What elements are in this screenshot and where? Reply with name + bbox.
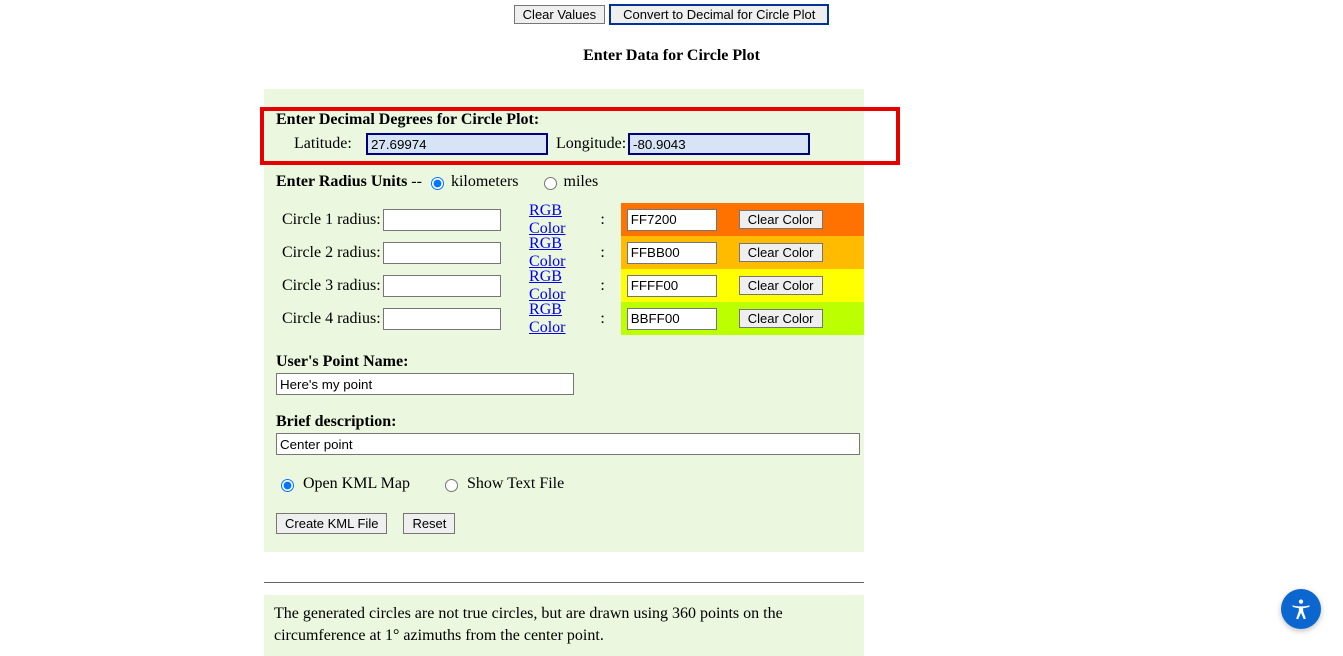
miles-radio[interactable] <box>544 177 557 190</box>
circle-1-clear-color-button[interactable]: Clear Color <box>739 210 823 229</box>
circle-4-color-cell: Clear Color <box>621 302 864 335</box>
circle-row: Circle 2 radius: RGB Color: Clear Color <box>282 236 864 269</box>
latitude-input[interactable] <box>366 133 548 155</box>
circle-row: Circle 4 radius: RGB Color: Clear Color <box>282 302 864 335</box>
miles-label: miles <box>564 173 599 190</box>
circle-1-color-input[interactable] <box>627 209 717 231</box>
clear-values-button[interactable]: Clear Values <box>514 5 605 24</box>
open-kml-label: Open KML Map <box>303 475 410 493</box>
description-block: Brief description: <box>264 413 864 455</box>
longitude-input[interactable] <box>628 133 810 155</box>
point-name-input[interactable] <box>276 373 574 395</box>
note-panel: The generated circles are not true circl… <box>264 595 864 656</box>
top-button-row: Clear Values Convert to Decimal for Circ… <box>0 0 1343 25</box>
description-input[interactable] <box>276 433 860 455</box>
accessibility-button[interactable] <box>1281 589 1321 629</box>
point-name-block: User's Point Name: <box>264 353 864 395</box>
separator <box>264 582 864 583</box>
circle-radius-label: Circle 3 radius: <box>282 277 383 295</box>
page: Clear Values Convert to Decimal for Circ… <box>0 0 1343 656</box>
output-options-row: Open KML Map Show Text File <box>264 475 864 493</box>
circle-3-color-input[interactable] <box>627 275 717 297</box>
circle-2-clear-color-button[interactable]: Clear Color <box>739 243 823 262</box>
kilometers-radio[interactable] <box>431 177 444 190</box>
kilometers-label: kilometers <box>451 173 519 190</box>
description-heading: Brief description: <box>276 413 852 431</box>
circle-1-radius-input[interactable] <box>383 209 501 231</box>
circle-plot-panel: Enter Decimal Degrees for Circle Plot: L… <box>264 89 864 552</box>
circle-4-clear-color-button[interactable]: Clear Color <box>739 309 823 328</box>
accessibility-icon <box>1288 596 1314 622</box>
decimal-degrees-heading: Enter Decimal Degrees for Circle Plot: <box>276 111 852 129</box>
radius-units-row: Enter Radius Units -- kilometers miles <box>264 173 864 191</box>
latitude-label: Latitude: <box>276 135 366 153</box>
circle-4-radius-input[interactable] <box>383 308 501 330</box>
circle-2-radius-input[interactable] <box>383 242 501 264</box>
convert-to-decimal-button[interactable]: Convert to Decimal for Circle Plot <box>609 4 829 25</box>
circle-3-clear-color-button[interactable]: Clear Color <box>739 276 823 295</box>
circle-4-color-input[interactable] <box>627 308 717 330</box>
radius-units-label: Enter Radius Units <box>276 173 407 190</box>
show-text-radio[interactable] <box>445 479 458 492</box>
rgb-color-link[interactable]: RGB Color <box>529 268 600 304</box>
create-kml-button[interactable]: Create KML File <box>276 513 387 534</box>
circle-2-color-cell: Clear Color <box>621 236 864 269</box>
circle-3-color-cell: Clear Color <box>621 269 864 302</box>
open-kml-radio[interactable] <box>281 479 294 492</box>
circle-radius-label: Circle 1 radius: <box>282 211 383 229</box>
circle-3-radius-input[interactable] <box>383 275 501 297</box>
circle-radius-label: Circle 4 radius: <box>282 310 383 328</box>
decimal-degrees-row: Latitude: Longitude: <box>276 133 852 155</box>
rgb-color-link[interactable]: RGB Color <box>529 301 600 337</box>
page-title: Enter Data for Circle Plot <box>0 47 1343 65</box>
rgb-color-link[interactable]: RGB Color <box>529 235 600 271</box>
radius-units-dash: -- <box>407 173 426 190</box>
circle-1-color-cell: Clear Color <box>621 203 864 236</box>
action-row: Create KML File Reset <box>264 513 864 534</box>
rgb-color-link[interactable]: RGB Color <box>529 202 600 238</box>
circle-row: Circle 3 radius: RGB Color: Clear Color <box>282 269 864 302</box>
reset-button[interactable]: Reset <box>403 513 455 534</box>
circle-radius-label: Circle 2 radius: <box>282 244 383 262</box>
circle-2-color-input[interactable] <box>627 242 717 264</box>
longitude-label: Longitude: <box>556 135 628 153</box>
point-name-heading: User's Point Name: <box>276 353 852 371</box>
decimal-degrees-section: Enter Decimal Degrees for Circle Plot: L… <box>264 89 864 155</box>
circles-section: Circle 1 radius: RGB Color: Clear Color … <box>264 203 864 335</box>
circle-row: Circle 1 radius: RGB Color: Clear Color <box>282 203 864 236</box>
show-text-label: Show Text File <box>467 475 564 493</box>
